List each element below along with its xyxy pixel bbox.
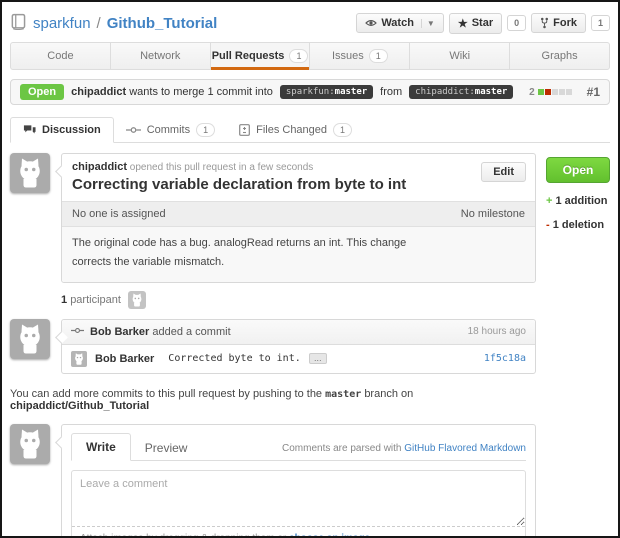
comment-body: The original code has a bug. analogRead … bbox=[62, 227, 535, 282]
milestone-status: No milestone bbox=[461, 208, 525, 220]
commit-group: Bob Barker added a commit 18 hours ago B… bbox=[10, 319, 536, 374]
tab-wiki[interactable]: Wiki bbox=[410, 43, 510, 69]
avatar[interactable] bbox=[10, 153, 50, 193]
commit-group-header: Bob Barker added a commit 18 hours ago bbox=[62, 320, 535, 345]
fork-count[interactable]: 1 bbox=[591, 15, 610, 31]
commits-count: 1 bbox=[196, 123, 215, 137]
commit-avatar[interactable] bbox=[71, 351, 87, 367]
participants-row: 1 participant bbox=[61, 291, 536, 309]
from-label: from bbox=[380, 86, 402, 98]
open-state-badge: Open bbox=[20, 84, 64, 100]
tab-network[interactable]: Network bbox=[111, 43, 211, 69]
star-icon: ★ bbox=[458, 17, 468, 30]
repo-tab-bar: Code Network Pull Requests1 Issues1 Wiki… bbox=[10, 42, 610, 70]
choose-image-link[interactable]: choose an image bbox=[289, 533, 370, 538]
commit-row: Bob Barker Corrected byte to int. … 1f5c… bbox=[62, 345, 535, 373]
issues-count: 1 bbox=[369, 49, 388, 63]
branch-name: master bbox=[325, 389, 361, 400]
avatar[interactable] bbox=[10, 424, 50, 464]
github-pull-request-page: sparkfun / Github_Tutorial Watch ▼ ★ Sta… bbox=[0, 0, 620, 538]
participant-avatar[interactable] bbox=[128, 291, 146, 309]
head-ref-badge: chipaddict:master bbox=[409, 85, 513, 99]
commit-sha-link[interactable]: 1f5c18a bbox=[484, 353, 526, 364]
chevron-down-icon[interactable]: ▼ bbox=[421, 19, 435, 28]
star-button[interactable]: ★ Star bbox=[449, 13, 502, 34]
tab-discussion[interactable]: Discussion bbox=[10, 117, 114, 143]
commit-message[interactable]: Corrected byte to int. bbox=[168, 353, 300, 364]
pull-requests-count: 1 bbox=[289, 49, 308, 63]
comment-input-area: Attach images by dragging & dropping the… bbox=[71, 470, 526, 538]
tab-issues[interactable]: Issues1 bbox=[310, 43, 410, 69]
comment-form-tabs: Write Preview Comments are parsed with G… bbox=[71, 433, 526, 461]
pr-title: Correcting variable declaration from byt… bbox=[72, 176, 525, 193]
pr-opening-comment: chipaddict opened this pull request in a… bbox=[10, 153, 536, 283]
pull-request-status-bar: Open chipaddict wants to merge 1 commit … bbox=[10, 79, 610, 105]
repo-owner-link[interactable]: sparkfun bbox=[33, 15, 91, 32]
tab-code[interactable]: Code bbox=[11, 43, 111, 69]
watch-button[interactable]: Watch ▼ bbox=[356, 13, 444, 33]
push-instructions: You can add more commits to this pull re… bbox=[10, 388, 536, 412]
assignee-status: No one is assigned bbox=[72, 208, 166, 220]
pull-request-number: #1 bbox=[587, 85, 600, 99]
tab-commits[interactable]: Commits 1 bbox=[114, 117, 227, 143]
comment-meta: chipaddict opened this pull request in a… bbox=[72, 161, 525, 173]
additions-line: + 1 addition bbox=[546, 195, 610, 207]
commit-timestamp: 18 hours ago bbox=[468, 326, 526, 337]
repo-title: sparkfun / Github_Tutorial bbox=[10, 13, 217, 34]
base-ref-badge: sparkfun:master bbox=[280, 85, 373, 99]
file-diff-icon bbox=[239, 124, 250, 136]
tab-graphs[interactable]: Graphs bbox=[510, 43, 609, 69]
tab-write[interactable]: Write bbox=[71, 433, 131, 461]
repo-book-icon bbox=[10, 13, 27, 34]
discussion-timeline: chipaddict opened this pull request in a… bbox=[10, 153, 536, 538]
merge-summary: chipaddict wants to merge 1 commit into bbox=[71, 86, 273, 98]
head-repo-name: chipaddict/Github_Tutorial bbox=[10, 400, 149, 412]
pr-tab-nav: Discussion Commits 1 Files Changed 1 bbox=[10, 114, 610, 143]
fork-icon bbox=[540, 17, 549, 29]
edit-button[interactable]: Edit bbox=[481, 162, 526, 182]
markdown-note: Comments are parsed with GitHub Flavored… bbox=[282, 443, 526, 460]
diffstat-blocks bbox=[538, 89, 572, 95]
minus-icon: - bbox=[546, 219, 550, 231]
avatar[interactable] bbox=[10, 319, 50, 359]
plus-icon: + bbox=[546, 195, 552, 207]
attach-bar: Attach images by dragging & dropping the… bbox=[72, 527, 525, 538]
repo-actions: Watch ▼ ★ Star 0 Fork 1 bbox=[356, 13, 610, 34]
diffstat: 2 bbox=[529, 87, 572, 98]
repo-separator: / bbox=[97, 15, 101, 32]
tab-pull-requests[interactable]: Pull Requests1 bbox=[211, 43, 311, 69]
tab-files-changed[interactable]: Files Changed 1 bbox=[227, 117, 364, 143]
comment-header: chipaddict opened this pull request in a… bbox=[62, 154, 535, 201]
comment-form: Write Preview Comments are parsed with G… bbox=[10, 424, 536, 538]
open-status-button: Open bbox=[546, 157, 610, 183]
markdown-help-link[interactable]: GitHub Flavored Markdown bbox=[404, 443, 526, 454]
comment-textarea[interactable] bbox=[72, 471, 525, 527]
star-count[interactable]: 0 bbox=[507, 15, 526, 31]
discussion-icon bbox=[23, 124, 36, 136]
commit-author: Bob Barker bbox=[95, 353, 154, 365]
commit-icon bbox=[71, 326, 84, 338]
files-changed-count: 1 bbox=[333, 123, 352, 137]
eye-icon bbox=[365, 18, 377, 28]
commit-icon bbox=[126, 125, 141, 135]
fork-button[interactable]: Fork bbox=[531, 13, 586, 33]
repo-name-link[interactable]: Github_Tutorial bbox=[107, 15, 218, 32]
repo-header: sparkfun / Github_Tutorial Watch ▼ ★ Sta… bbox=[10, 10, 610, 36]
pr-sidebar: Open + 1 addition - 1 deletion bbox=[536, 153, 610, 538]
tab-preview[interactable]: Preview bbox=[131, 435, 202, 461]
expand-commit-button[interactable]: … bbox=[309, 353, 327, 364]
deletions-line: - 1 deletion bbox=[546, 219, 610, 231]
assignment-bar: No one is assigned No milestone bbox=[62, 201, 535, 227]
